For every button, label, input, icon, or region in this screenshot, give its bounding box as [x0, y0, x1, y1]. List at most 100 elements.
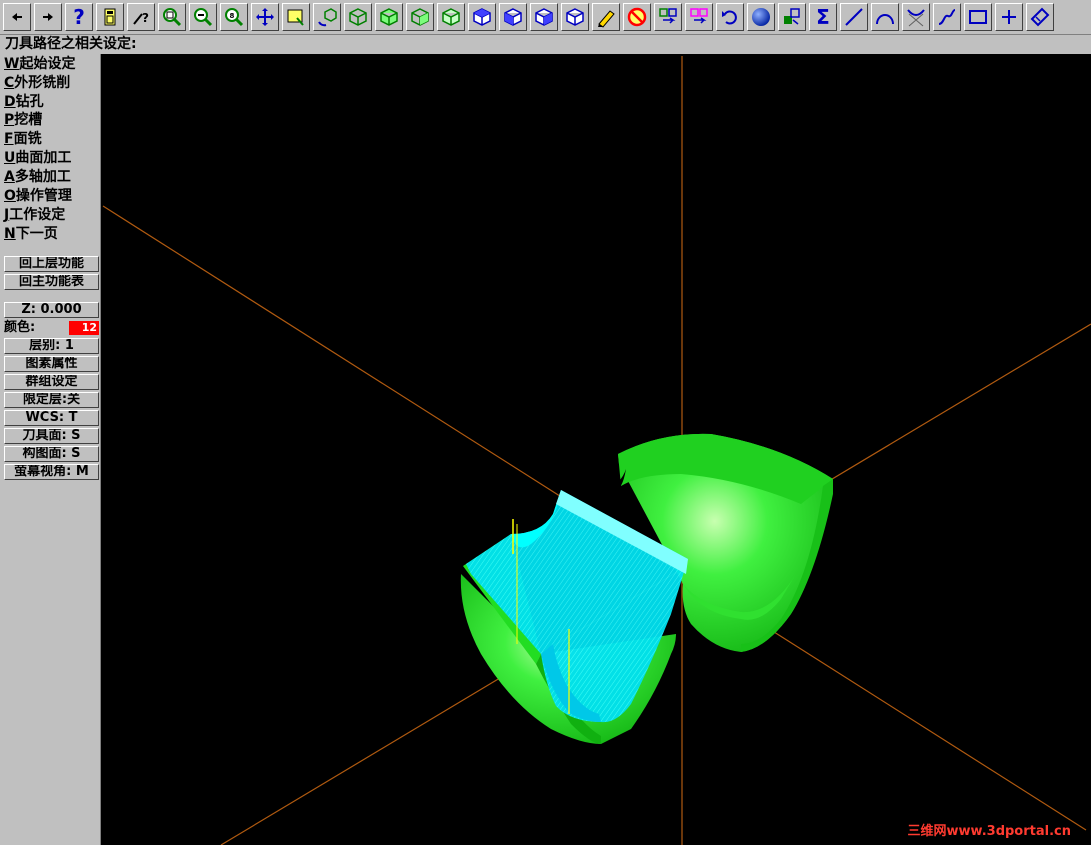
forward-arrow-button[interactable]	[34, 3, 62, 31]
viewport-canvas	[102, 56, 1091, 845]
menu-key: W	[4, 56, 20, 72]
level-button[interactable]: 层别: 1	[4, 338, 99, 354]
cplane-side-button[interactable]	[530, 3, 558, 31]
cplane-top-button[interactable]	[468, 3, 496, 31]
shading-button[interactable]	[747, 3, 775, 31]
menu-item-label: 挖槽	[14, 112, 43, 128]
zoom-window-icon	[163, 8, 182, 27]
mirror-icon	[690, 8, 708, 24]
fillet-icon	[907, 9, 925, 27]
menu-item-operations[interactable]: O操作管理	[4, 187, 72, 206]
calculator-button[interactable]	[96, 3, 124, 31]
back-arrow-button[interactable]	[3, 3, 31, 31]
help-icon: ?	[73, 5, 85, 29]
svg-text:?: ?	[142, 11, 149, 25]
transform-button[interactable]	[654, 3, 682, 31]
menu-key: F	[4, 131, 14, 147]
calculator-icon	[104, 8, 116, 26]
attributes-button[interactable]: 图素属性	[4, 356, 99, 372]
back-up-button[interactable]: 回上层功能	[4, 256, 99, 272]
cplane-button[interactable]: 构图面: S	[4, 446, 99, 462]
pan-button[interactable]	[251, 3, 279, 31]
cube-top-icon	[349, 8, 367, 26]
undo-icon	[722, 10, 737, 25]
menu-item-next-page[interactable]: N下一页	[4, 225, 58, 244]
help-button[interactable]: ?	[65, 3, 93, 31]
cplane-3d-button[interactable]	[561, 3, 589, 31]
menu-item-surface[interactable]: U曲面加工	[4, 149, 71, 168]
cube-blue-3d-icon	[566, 8, 584, 26]
chamfer-icon	[1030, 7, 1050, 27]
prompt-bar: 刀具路径之相关设定:	[0, 35, 1091, 54]
menu-item-label: 钻孔	[15, 94, 44, 110]
menu-item-contour[interactable]: C外形铣削	[4, 74, 70, 93]
group-button[interactable]: 群组设定	[4, 374, 99, 390]
menu-item-label: 操作管理	[15, 188, 72, 204]
main-menu: W起始设定 C外形铣削 D钻孔 P挖槽 F面铣 U曲面加工 A多轴加工 O操作管…	[0, 54, 101, 845]
color-swatch[interactable]: 12	[69, 321, 99, 335]
undo-button[interactable]	[716, 3, 744, 31]
fillet-button[interactable]	[902, 3, 930, 31]
no-delete-button[interactable]	[623, 3, 651, 31]
select-window-button[interactable]	[282, 3, 310, 31]
view-top-button[interactable]	[344, 3, 372, 31]
arrow-right-icon	[43, 13, 53, 21]
arc-icon	[876, 14, 894, 25]
view-iso-button[interactable]	[437, 3, 465, 31]
menu-item-multiaxis[interactable]: A多轴加工	[4, 168, 71, 187]
eraser-button[interactable]	[592, 3, 620, 31]
point-button[interactable]	[995, 3, 1023, 31]
cube-front-icon	[380, 8, 398, 26]
analyze-button[interactable]: ?	[127, 3, 155, 31]
copy-button[interactable]	[778, 3, 806, 31]
sphere-icon	[752, 8, 770, 26]
mask-button[interactable]: 限定层:关	[4, 392, 99, 408]
menu-key: P	[4, 112, 15, 128]
sum-button[interactable]: Σ	[809, 3, 837, 31]
view-front-button[interactable]	[375, 3, 403, 31]
zoom-window-button[interactable]	[158, 3, 186, 31]
zoom-out-icon	[194, 8, 213, 27]
cube-blue-side-icon	[535, 8, 553, 26]
zoom-08-icon: 8	[225, 8, 244, 27]
menu-item-label: 起始设定	[19, 56, 76, 72]
plus-point-icon	[1002, 10, 1016, 24]
menu-item-drill[interactable]: D钻孔	[4, 93, 44, 112]
menu-item-job-settings[interactable]: J工作设定	[4, 206, 65, 225]
transform-icon	[659, 8, 677, 24]
cplane-front-button[interactable]	[499, 3, 527, 31]
spline-button[interactable]	[933, 3, 961, 31]
view-side-button[interactable]	[406, 3, 434, 31]
menu-key: U	[4, 150, 16, 166]
main-toolbar: ? ? 8 Σ	[0, 0, 1091, 35]
color-row[interactable]: 颜色: 12	[4, 320, 99, 336]
rectangle-icon	[969, 10, 987, 24]
graphics-viewport[interactable]: 三维网www.3dportal.cn	[101, 54, 1091, 845]
menu-key: N	[4, 226, 16, 242]
cube-side-icon	[411, 8, 429, 26]
rotate-view-button[interactable]	[313, 3, 341, 31]
menu-item-face[interactable]: F面铣	[4, 130, 42, 149]
menu-item-job-setup[interactable]: W起始设定	[4, 55, 75, 74]
watermark-text: 三维网www.3dportal.cn	[907, 824, 1071, 839]
zoom-out-button[interactable]	[189, 3, 217, 31]
menu-item-pocket[interactable]: P挖槽	[4, 111, 42, 130]
wcs-button[interactable]: WCS: T	[4, 410, 99, 426]
tplane-button[interactable]: 刀具面: S	[4, 428, 99, 444]
z-depth-button[interactable]: Z: 0.000	[4, 302, 99, 318]
gview-button[interactable]: 萤幕视角: M	[4, 464, 99, 480]
line-button[interactable]	[840, 3, 868, 31]
mirror-button[interactable]	[685, 3, 713, 31]
menu-key: C	[4, 75, 15, 91]
rectangle-button[interactable]	[964, 3, 992, 31]
arc-button[interactable]	[871, 3, 899, 31]
line-icon	[845, 8, 863, 26]
main-menu-button[interactable]: 回主功能表	[4, 274, 99, 290]
cube-iso-icon	[442, 8, 460, 26]
menu-item-label: 外形铣削	[14, 75, 71, 91]
cube-blue-front-icon	[504, 8, 522, 26]
zoom-08-button[interactable]: 8	[220, 3, 248, 31]
arrow-left-icon	[12, 13, 22, 21]
chamfer-button[interactable]	[1026, 3, 1054, 31]
cube-blue-top-icon	[473, 8, 491, 26]
